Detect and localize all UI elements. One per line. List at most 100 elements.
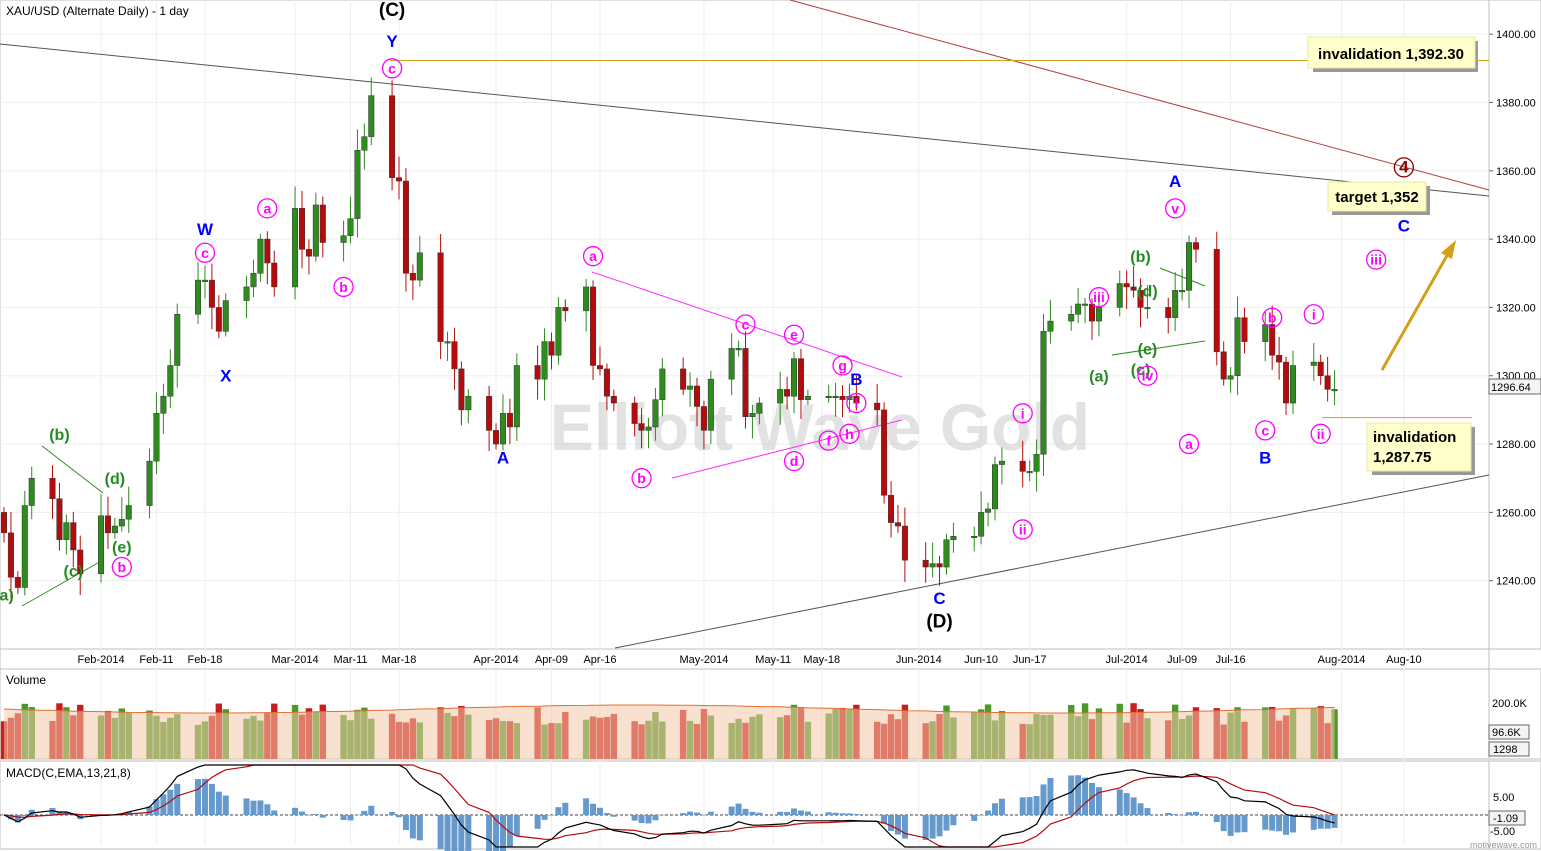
- macd-histogram-bar: [1123, 793, 1130, 815]
- macd-histogram-bar: [298, 811, 305, 815]
- wave-label: (b): [1130, 249, 1150, 266]
- candle-body: [298, 208, 305, 250]
- candle-body: [486, 395, 493, 431]
- macd-axis-label-neg: -5.00: [1490, 826, 1515, 838]
- invalidation-bottom-box: invalidation 1,287.75: [1366, 422, 1475, 475]
- candle-body: [728, 348, 735, 380]
- invalidation-top-box: invalidation 1,392.30: [1307, 36, 1478, 72]
- price-tick-label: 1260.00: [1496, 507, 1536, 519]
- macd-histogram-bar: [735, 803, 742, 815]
- candle-body: [1213, 249, 1220, 353]
- candle-body: [874, 402, 881, 411]
- candle-body: [1317, 361, 1324, 376]
- macd-histogram-bar: [416, 815, 423, 841]
- candle-body: [735, 348, 742, 351]
- candle-body: [707, 378, 714, 431]
- wave-label: (e): [112, 540, 132, 557]
- macd-histogram-bar: [347, 815, 354, 821]
- wave-label: a: [263, 200, 271, 216]
- candle-body: [548, 341, 555, 356]
- candle-body: [305, 249, 312, 257]
- macd-histogram-bar: [1227, 815, 1234, 836]
- macd-histogram-bar: [839, 813, 846, 815]
- candle-body: [1241, 317, 1248, 342]
- candle-body: [513, 365, 520, 428]
- candle-body: [1144, 307, 1151, 310]
- macd-histogram-bar: [610, 815, 617, 817]
- macd-histogram-bar: [513, 815, 520, 836]
- candle-body: [451, 341, 458, 370]
- macd-histogram-bar: [1137, 803, 1144, 815]
- macd-histogram-bar: [555, 807, 562, 815]
- macd-histogram-bar: [888, 815, 895, 831]
- macd-histogram-bar: [451, 815, 458, 851]
- macd-histogram-bar: [208, 783, 215, 815]
- candle-body: [645, 426, 652, 431]
- macd-histogram-bar: [1213, 815, 1220, 823]
- candle-body: [749, 413, 756, 417]
- candle-body: [1179, 290, 1186, 293]
- macd-histogram-bar: [652, 815, 659, 821]
- candle-body: [264, 238, 271, 264]
- candle-body: [950, 536, 957, 540]
- candle-body: [638, 423, 645, 431]
- candle-body: [603, 368, 610, 397]
- wave-label: b: [1268, 310, 1277, 326]
- candle-body: [700, 406, 707, 431]
- macd-histogram-bar: [222, 795, 229, 815]
- macd-histogram-bar: [541, 815, 548, 820]
- macd-histogram-bar: [777, 811, 784, 815]
- macd-title: MACD(C,EMA,13,21,8): [6, 766, 131, 780]
- wave-label: ii: [1019, 521, 1027, 537]
- macd-histogram-bar: [728, 806, 735, 815]
- macd-histogram-bar: [1276, 815, 1283, 832]
- date-tick-label: Aug-10: [1386, 654, 1421, 666]
- macd-histogram-bar: [596, 807, 603, 815]
- target-label: target 1,352: [1335, 189, 1418, 206]
- candle-body: [1220, 351, 1227, 380]
- candle-body: [804, 395, 811, 400]
- wave-label: a: [589, 248, 597, 264]
- candle-body: [354, 150, 361, 219]
- wave-label: (a): [0, 587, 14, 604]
- date-tick-label: Feb-18: [188, 654, 223, 666]
- macd-histogram-bar: [1241, 815, 1248, 833]
- candle-body: [1026, 471, 1033, 474]
- candle-body: [243, 286, 250, 301]
- macd-histogram-bar: [700, 815, 707, 816]
- date-tick-label: Apr-2014: [473, 654, 518, 666]
- candle-body: [1047, 320, 1054, 332]
- wave-label: i: [1312, 306, 1316, 322]
- candle-body: [936, 563, 943, 568]
- candle-body: [1324, 375, 1331, 390]
- macd-histogram-bar: [742, 808, 749, 815]
- candle-body: [1310, 361, 1317, 366]
- candle-body: [1075, 303, 1082, 315]
- candle-body: [312, 204, 319, 257]
- candle-body: [881, 409, 888, 496]
- macd-histogram-bar: [312, 814, 319, 815]
- candle-body: [437, 252, 444, 342]
- macd-histogram-bar: [1082, 777, 1089, 815]
- candle-body: [659, 368, 666, 400]
- candle-body: [160, 395, 167, 414]
- candle-body: [590, 286, 597, 366]
- wave-label: f: [826, 433, 831, 449]
- candle-body: [125, 505, 132, 520]
- macd-histogram-bar: [707, 811, 714, 815]
- date-tick-label: May-2014: [679, 654, 728, 666]
- volume-axis-label-0: 200.0K: [1492, 698, 1528, 710]
- volume-axis-label-2: 1298: [1493, 744, 1517, 756]
- candle-body: [998, 460, 1005, 465]
- macd-histogram-bar: [264, 804, 271, 815]
- date-tick-label: Jul-16: [1216, 654, 1246, 666]
- wave-label: (e): [1138, 341, 1158, 358]
- price-tick-label: 1360.00: [1496, 166, 1536, 178]
- wave-label: A: [497, 449, 509, 468]
- macd-histogram-bar: [901, 815, 908, 839]
- wave-label: B: [850, 370, 862, 389]
- macd-histogram-bar: [1026, 797, 1033, 815]
- candle-body: [631, 402, 638, 424]
- invalidation-bottom-label-1: invalidation: [1373, 429, 1456, 446]
- macd-histogram-bar: [271, 810, 278, 815]
